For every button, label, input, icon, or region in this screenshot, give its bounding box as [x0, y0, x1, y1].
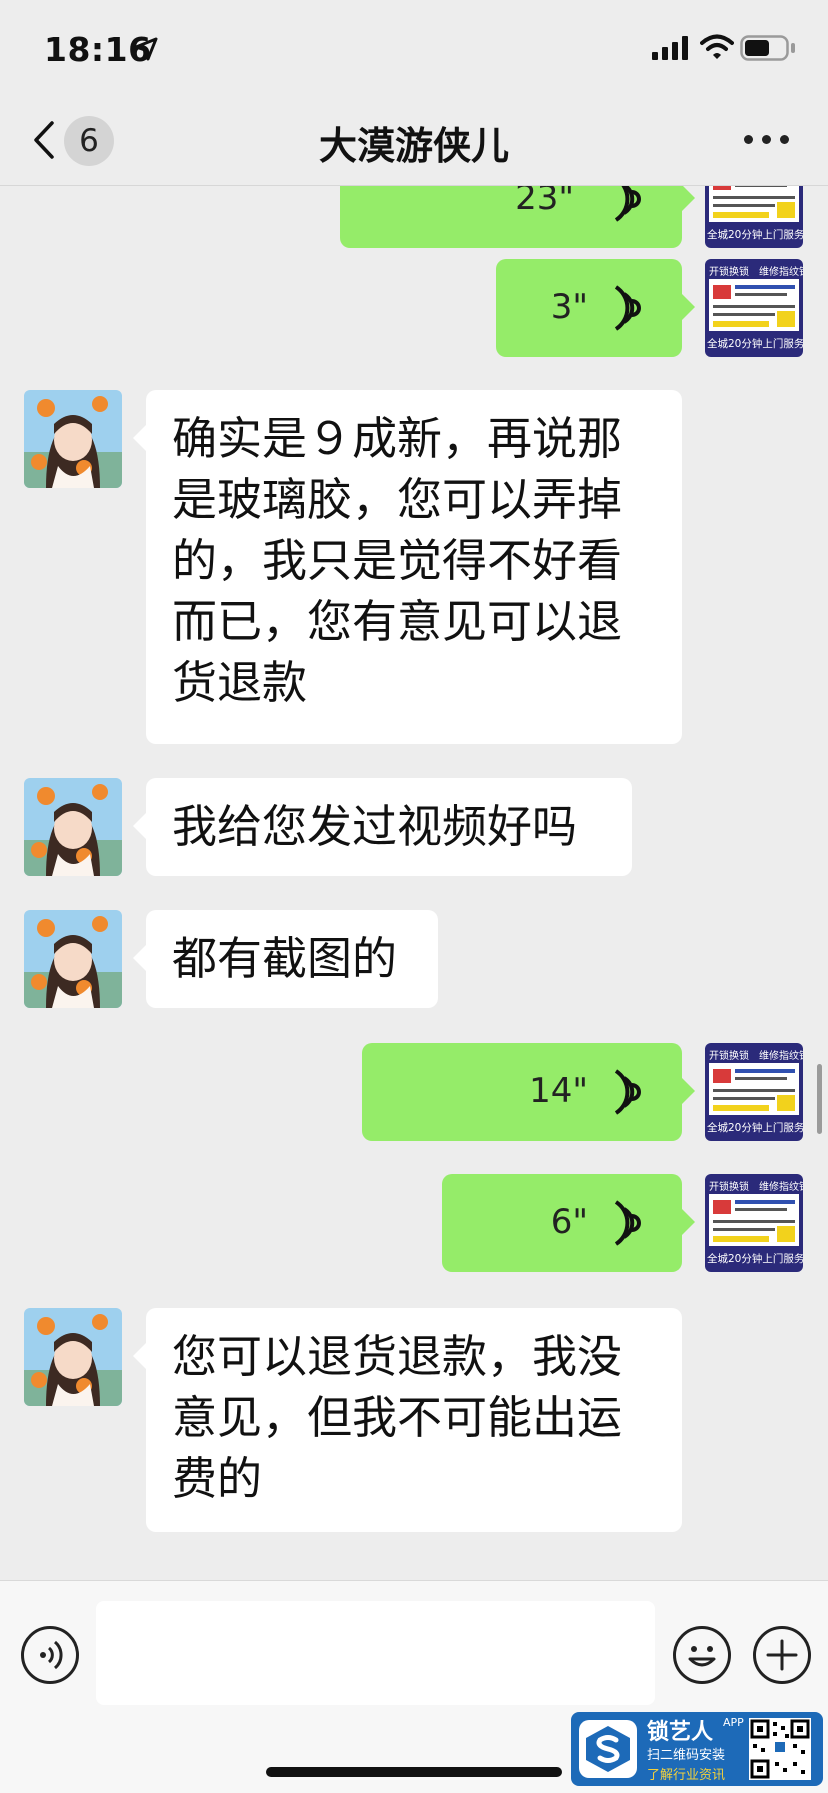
avatar-header-text: 开锁换锁 维修指纹锁	[709, 1051, 803, 1062]
more-options-icon[interactable]	[744, 135, 790, 145]
voice-wave-icon	[614, 285, 641, 331]
watermark-app-tag: APP	[723, 1716, 744, 1729]
avatar-header-text: 开锁换锁 维修指纹锁	[709, 267, 803, 278]
my-avatar[interactable]: 开锁换锁 维修指纹锁 全城20分钟上门服务	[705, 259, 803, 357]
wifi-icon	[700, 34, 734, 59]
contact-text-message[interactable]: 我给您发过视频好吗	[133, 778, 632, 876]
my-voice-message[interactable]: 14"	[362, 1043, 695, 1141]
my-voice-message[interactable]: 3"	[496, 259, 695, 357]
contact-avatar[interactable]	[24, 778, 122, 876]
location-arrow-icon	[134, 37, 158, 61]
voice-mode-icon	[40, 1640, 63, 1670]
avatar-footer-text: 全城20分钟上门服务	[707, 338, 803, 350]
avatar-footer-text: 全城20分钟上门服务	[707, 1122, 803, 1134]
voice-wave-icon	[614, 1069, 641, 1115]
message-text-input[interactable]	[96, 1601, 655, 1705]
contact-avatar[interactable]	[24, 910, 122, 1008]
avatar-header-text: 开锁换锁 维修指纹锁	[709, 1182, 803, 1193]
voice-wave-icon	[614, 1200, 641, 1246]
voice-duration: 23"	[515, 186, 574, 218]
contact-avatar[interactable]	[24, 390, 122, 488]
avatar-footer-text: 全城20分钟上门服务	[707, 229, 803, 241]
contact-text-message[interactable]: 您可以退货退款，我没意见，但我不可能出运费的	[133, 1308, 682, 1532]
my-avatar[interactable]: 全城20分钟上门服务	[705, 186, 803, 248]
voice-duration: 6"	[550, 1202, 588, 1242]
avatar-footer-text: 全城20分钟上门服务	[707, 1253, 803, 1265]
more-functions-button[interactable]	[753, 1626, 811, 1684]
status-bar: 18:16	[0, 0, 828, 95]
my-voice-message[interactable]: 6"	[442, 1174, 695, 1272]
emoji-face-icon	[688, 1646, 716, 1667]
suoyiren-logo-icon	[579, 1720, 637, 1778]
contact-avatar[interactable]	[24, 1308, 122, 1406]
home-indicator[interactable]	[266, 1767, 562, 1777]
plus-icon	[766, 1639, 798, 1671]
qr-code-icon	[749, 1718, 811, 1780]
voice-wave-icon	[614, 186, 641, 222]
cellular-signal-icon	[652, 36, 688, 60]
contact-text-message[interactable]: 都有截图的	[133, 910, 438, 1008]
watermark-badge: 锁艺人 APP 扫二维码安装 了解行业资讯	[571, 1712, 823, 1786]
voice-duration: 3"	[550, 287, 588, 327]
emoji-button[interactable]	[673, 1626, 731, 1684]
voice-input-button[interactable]	[21, 1626, 79, 1684]
scroll-indicator[interactable]	[817, 1064, 822, 1134]
message-list[interactable]: 23" 全城20分钟上门服务 3" 开锁换锁 维修指纹锁 全城20分钟上门服务 …	[0, 186, 828, 1580]
watermark-brand-name: 锁艺人	[647, 1720, 714, 1745]
my-avatar[interactable]: 开锁换锁 维修指纹锁 全城20分钟上门服务	[705, 1174, 803, 1272]
my-voice-message[interactable]: 23"	[340, 186, 695, 248]
watermark-install-text: 扫二维码安装	[647, 1748, 726, 1763]
my-avatar[interactable]: 开锁换锁 维修指纹锁 全城20分钟上门服务	[705, 1043, 803, 1141]
battery-icon	[740, 35, 795, 61]
chat-title: 大漠游侠儿	[318, 124, 509, 168]
voice-duration: 14"	[529, 1071, 588, 1111]
watermark-news-text: 了解行业资讯	[647, 1768, 726, 1783]
contact-text-message[interactable]: 确实是９成新，再说那是玻璃胶，您可以弄掉的，我只是觉得不好看而已，您有意见可以退…	[133, 390, 682, 744]
chat-header: 6 大漠游侠儿	[0, 95, 828, 186]
